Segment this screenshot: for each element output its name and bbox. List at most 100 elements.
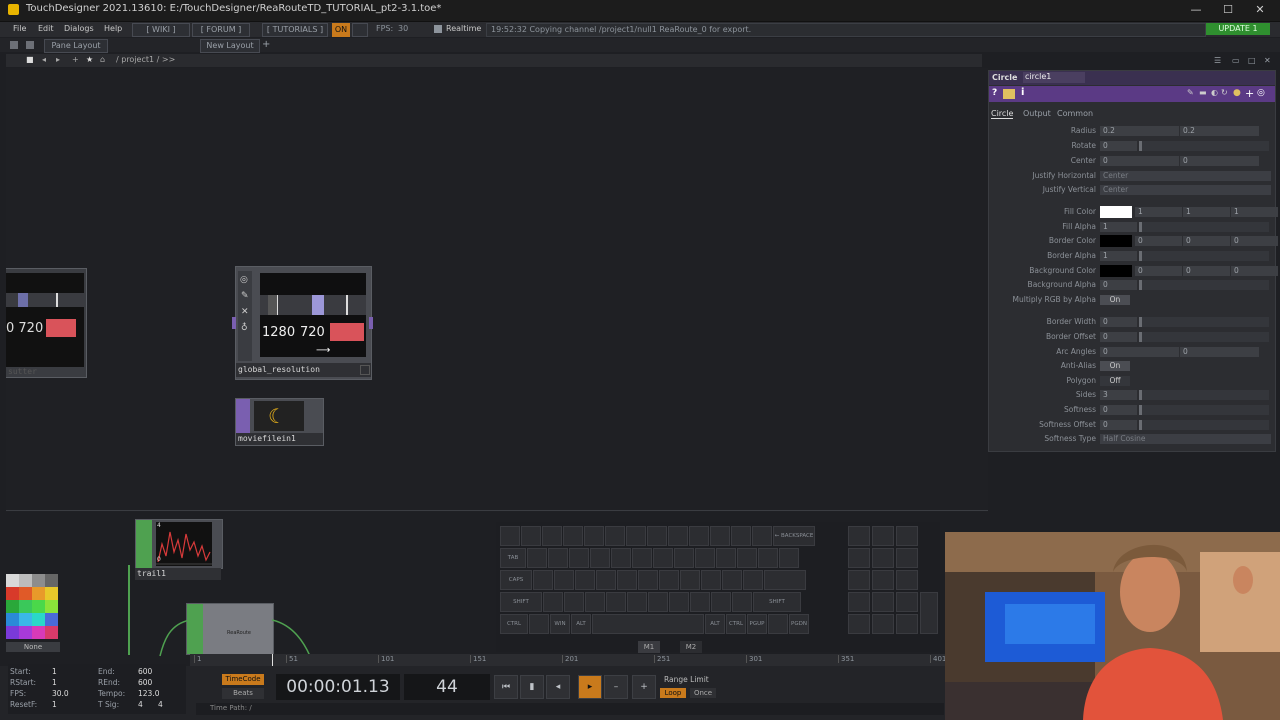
keyboard-key[interactable]: [758, 548, 778, 568]
numpad-key[interactable]: [872, 614, 894, 634]
keyboard-key[interactable]: PGUP: [747, 614, 767, 634]
menu-file[interactable]: File: [13, 24, 26, 33]
param-value[interactable]: 1: [1183, 207, 1230, 217]
keyboard-key[interactable]: [752, 526, 772, 546]
edit-icon[interactable]: ✎: [1187, 88, 1194, 97]
keyboard-key[interactable]: [554, 570, 574, 590]
param-value[interactable]: 0: [1100, 156, 1179, 166]
numpad-key[interactable]: [896, 526, 918, 546]
keyboard-key[interactable]: [669, 592, 689, 612]
keyboard-key[interactable]: [743, 570, 763, 590]
op-name-field[interactable]: circle1: [1023, 72, 1085, 83]
menu-help[interactable]: Help: [104, 24, 122, 33]
param-value[interactable]: 0: [1100, 405, 1137, 415]
rend-value[interactable]: 600: [138, 678, 152, 687]
lock-icon[interactable]: ♁: [241, 323, 248, 333]
network-path[interactable]: / project1 / >>: [116, 55, 175, 64]
palette-swatch[interactable]: [32, 600, 45, 613]
trail-node[interactable]: 4 0: [135, 519, 223, 569]
param-value[interactable]: 0: [1231, 236, 1278, 246]
keyboard-key[interactable]: [627, 592, 647, 612]
timeline-ruler[interactable]: 1 51 101 151 201 251 301 351 401: [190, 654, 946, 666]
end-value[interactable]: 600: [138, 667, 152, 676]
param-dropdown[interactable]: Half Cosine: [1100, 434, 1271, 444]
slider-handle[interactable]: [1139, 251, 1142, 261]
menu-dialogs[interactable]: Dialogs: [64, 24, 94, 33]
frame-display[interactable]: 44: [404, 674, 490, 700]
keyboard-key[interactable]: [731, 526, 751, 546]
palette-swatch[interactable]: [6, 626, 19, 639]
output-connector[interactable]: [369, 317, 373, 329]
param-value[interactable]: 0.2: [1180, 126, 1259, 136]
palette-swatch[interactable]: [45, 626, 58, 639]
param-toggle[interactable]: On: [1100, 295, 1130, 305]
palette-swatch[interactable]: [19, 626, 32, 639]
keyboard-key[interactable]: [611, 548, 631, 568]
network-editor[interactable]: 0 720 sutter ◎ ✎ ✕ ♁ 1280 720 ⟶ global_r…: [6, 68, 988, 512]
param-toggle[interactable]: On: [1100, 361, 1130, 371]
tab-common[interactable]: Common: [1057, 109, 1093, 118]
param-value[interactable]: 0: [1135, 266, 1182, 276]
maximize-button[interactable]: ☐: [1214, 2, 1242, 18]
timecode-display[interactable]: 00:00:01.13: [276, 674, 400, 700]
palette-swatch[interactable]: [32, 613, 45, 626]
new-layout-button[interactable]: New Layout: [200, 39, 260, 53]
keyboard-key[interactable]: CAPS LOCK: [500, 570, 532, 601]
keyboard-key[interactable]: [590, 548, 610, 568]
param-value[interactable]: 0: [1180, 347, 1259, 357]
keyboard-key[interactable]: [592, 614, 704, 634]
param-slider[interactable]: [1139, 280, 1269, 290]
home-icon[interactable]: ■: [26, 55, 34, 64]
step-forward-button[interactable]: –: [604, 675, 628, 699]
numpad-key[interactable]: [896, 592, 918, 612]
pane-layout-button[interactable]: Pane Layout: [44, 39, 108, 53]
palette-swatch[interactable]: [32, 626, 45, 639]
keyboard-key[interactable]: [605, 526, 625, 546]
keyboard-key[interactable]: [564, 592, 584, 612]
keyboard-key[interactable]: [668, 526, 688, 546]
param-value[interactable]: 0: [1100, 141, 1137, 151]
keyboard-key[interactable]: [647, 526, 667, 546]
pane-close-icon[interactable]: ✕: [1264, 56, 1271, 65]
param-slider[interactable]: [1139, 251, 1269, 261]
slider-handle[interactable]: [1139, 317, 1142, 327]
keyboard-key[interactable]: [701, 570, 721, 590]
color-swatch[interactable]: [1100, 235, 1132, 247]
keyboard-key[interactable]: SHIFT: [500, 592, 542, 612]
color-swatch[interactable]: [1100, 265, 1132, 277]
color-swatch[interactable]: [1100, 206, 1132, 218]
keyboard-key[interactable]: [779, 548, 799, 568]
slider-handle[interactable]: [1139, 280, 1142, 290]
param-dropdown[interactable]: Center: [1100, 185, 1271, 195]
add-param-icon[interactable]: +: [1245, 87, 1254, 100]
palette-none[interactable]: None: [6, 642, 60, 652]
param-value[interactable]: 1: [1100, 222, 1137, 232]
keyboard-key[interactable]: ALT: [705, 614, 725, 634]
settings-icon[interactable]: ◎: [1257, 88, 1265, 98]
slider-handle[interactable]: [1139, 390, 1142, 400]
forward-icon[interactable]: ▸: [56, 55, 60, 64]
keyboard-key[interactable]: PGDN: [789, 614, 809, 634]
slider-handle[interactable]: [1139, 420, 1142, 430]
keyboard-key[interactable]: [584, 526, 604, 546]
playhead[interactable]: [272, 654, 273, 666]
palette-swatch[interactable]: [6, 600, 19, 613]
numpad-key[interactable]: [848, 614, 870, 634]
palette-swatch[interactable]: [32, 574, 45, 587]
keyboard-key[interactable]: [648, 592, 668, 612]
numpad-key[interactable]: [896, 548, 918, 568]
pane-split-v-icon[interactable]: [26, 41, 34, 49]
keyboard-key[interactable]: [690, 592, 710, 612]
numpad-key[interactable]: [896, 570, 918, 590]
palette-swatch[interactable]: [45, 587, 58, 600]
keyboard-key[interactable]: [529, 614, 549, 634]
bypass-icon[interactable]: ✕: [241, 307, 249, 317]
tempo-value[interactable]: 123.0: [138, 689, 159, 698]
keyboard-key[interactable]: [500, 526, 520, 546]
numpad-key[interactable]: [848, 548, 870, 568]
param-slider[interactable]: [1139, 405, 1269, 415]
beats-toggle[interactable]: Beats: [222, 688, 264, 699]
numpad-key[interactable]: [872, 592, 894, 612]
rstart-value[interactable]: 1: [52, 678, 57, 687]
keyboard-key[interactable]: [710, 526, 730, 546]
